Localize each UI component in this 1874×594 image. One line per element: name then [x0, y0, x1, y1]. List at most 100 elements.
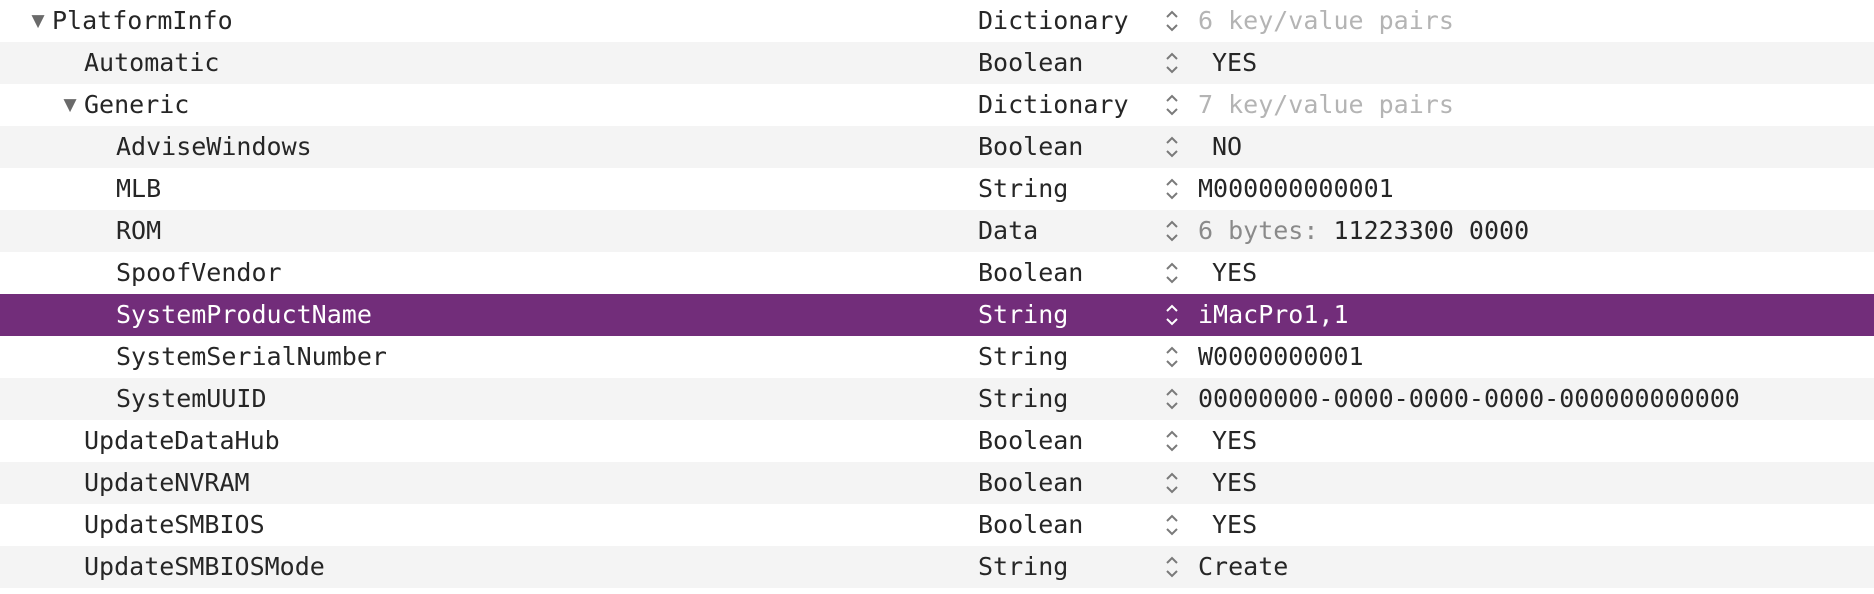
value-label[interactable]: YES	[1212, 420, 1257, 462]
type-stepper-icon[interactable]	[1164, 126, 1188, 168]
plist-row-platforminfo[interactable]: ▼ PlatformInfo Dictionary 6 key/value pa…	[0, 0, 1874, 42]
key-cell: SystemUUID	[0, 378, 970, 420]
plist-row-updatesmbiosmode[interactable]: UpdateSMBIOSMode String Create	[0, 546, 1874, 588]
type-label[interactable]: String	[978, 378, 1068, 420]
plist-editor: ▼ PlatformInfo Dictionary 6 key/value pa…	[0, 0, 1874, 588]
value-label[interactable]: NO	[1212, 126, 1242, 168]
disclosure-triangle-icon[interactable]: ▼	[60, 84, 80, 126]
value-label[interactable]: iMacPro1,1	[1198, 294, 1349, 336]
type-stepper-icon[interactable]	[1164, 336, 1188, 378]
type-stepper-icon[interactable]	[1164, 462, 1188, 504]
key-label[interactable]: UpdateDataHub	[84, 420, 280, 462]
value-label[interactable]: 00000000-0000-0000-0000-000000000000	[1198, 378, 1740, 420]
key-label[interactable]: Generic	[84, 84, 189, 126]
key-label[interactable]: ROM	[116, 210, 161, 252]
type-label[interactable]: Dictionary	[978, 0, 1129, 42]
type-label[interactable]: String	[978, 168, 1068, 210]
key-cell: SystemProductName	[0, 294, 970, 336]
key-cell: Automatic	[0, 42, 970, 84]
type-label[interactable]: Dictionary	[978, 84, 1129, 126]
plist-row-systemserialnumber[interactable]: SystemSerialNumber String W0000000001	[0, 336, 1874, 378]
type-label[interactable]: Boolean	[978, 420, 1083, 462]
value-text: YES	[1212, 48, 1258, 77]
type-stepper-icon[interactable]	[1164, 42, 1188, 84]
key-label[interactable]: MLB	[116, 168, 161, 210]
key-label[interactable]: SystemUUID	[116, 378, 267, 420]
plist-row-systemproductname-selected[interactable]: SystemProductName String iMacPro1,1	[0, 294, 1874, 336]
value-text: M000000000001	[1198, 174, 1394, 203]
key-label[interactable]: UpdateSMBIOSMode	[84, 546, 325, 588]
type-stepper-icon[interactable]	[1164, 420, 1188, 462]
key-cell: SystemSerialNumber	[0, 336, 970, 378]
key-cell: MLB	[0, 168, 970, 210]
type-stepper-icon[interactable]	[1164, 546, 1188, 588]
value-label[interactable]: YES	[1212, 462, 1257, 504]
type-stepper-icon[interactable]	[1164, 294, 1188, 336]
type-label[interactable]: String	[978, 294, 1068, 336]
key-label[interactable]: Automatic	[84, 42, 219, 84]
type-label[interactable]: String	[978, 336, 1068, 378]
value-text: 11223300 0000	[1333, 216, 1530, 245]
type-label[interactable]: Boolean	[978, 42, 1083, 84]
type-label[interactable]: String	[978, 546, 1068, 588]
type-stepper-icon[interactable]	[1164, 0, 1188, 42]
type-stepper-icon[interactable]	[1164, 84, 1188, 126]
key-label[interactable]: UpdateSMBIOS	[84, 504, 265, 546]
key-cell: ▼ PlatformInfo	[0, 0, 970, 42]
key-label[interactable]: AdviseWindows	[116, 126, 312, 168]
key-cell: ROM	[0, 210, 970, 252]
value-text: 00000000-0000-0000-0000-000000000000	[1198, 384, 1740, 413]
plist-row-updatedatahub[interactable]: UpdateDataHub Boolean YES	[0, 420, 1874, 462]
key-label[interactable]: SystemProductName	[116, 294, 372, 336]
value-text: YES	[1212, 510, 1258, 539]
plist-row-generic[interactable]: ▼ Generic Dictionary 7 key/value pairs	[0, 84, 1874, 126]
plist-row-mlb[interactable]: MLB String M000000000001	[0, 168, 1874, 210]
plist-row-spoofvendor[interactable]: SpoofVendor Boolean YES	[0, 252, 1874, 294]
key-cell: ▼ Generic	[0, 84, 970, 126]
value-label[interactable]: YES	[1212, 252, 1257, 294]
value-text: YES	[1212, 468, 1258, 497]
type-label[interactable]: Boolean	[978, 126, 1083, 168]
type-stepper-icon[interactable]	[1164, 168, 1188, 210]
value-text: 7 key/value pairs	[1198, 90, 1454, 119]
plist-row-rom[interactable]: ROM Data 6 bytes: 11223300 0000	[0, 210, 1874, 252]
type-stepper-icon[interactable]	[1164, 504, 1188, 546]
type-label[interactable]: Boolean	[978, 462, 1083, 504]
plist-row-advisewindows[interactable]: AdviseWindows Boolean NO	[0, 126, 1874, 168]
value-text: W0000000001	[1198, 342, 1364, 371]
value-text: Create	[1198, 552, 1289, 581]
value-text: 6 key/value pairs	[1198, 6, 1454, 35]
type-label[interactable]: Boolean	[978, 504, 1083, 546]
value-label[interactable]: 7 key/value pairs	[1198, 84, 1454, 126]
value-text: NO	[1212, 132, 1243, 161]
value-label[interactable]: Create	[1198, 546, 1288, 588]
key-label[interactable]: SystemSerialNumber	[116, 336, 387, 378]
plist-row-updatesmbios[interactable]: UpdateSMBIOS Boolean YES	[0, 504, 1874, 546]
value-prefix: 6 bytes:	[1198, 216, 1334, 245]
key-cell: UpdateDataHub	[0, 420, 970, 462]
value-text: YES	[1212, 426, 1258, 455]
value-label[interactable]: 6 bytes: 11223300 0000	[1198, 210, 1529, 252]
type-stepper-icon[interactable]	[1164, 378, 1188, 420]
plist-row-automatic[interactable]: Automatic Boolean YES	[0, 42, 1874, 84]
value-label[interactable]: W0000000001	[1198, 336, 1364, 378]
plist-row-systemuuid[interactable]: SystemUUID String 00000000-0000-0000-000…	[0, 378, 1874, 420]
key-label[interactable]: PlatformInfo	[52, 0, 233, 42]
key-cell: AdviseWindows	[0, 126, 970, 168]
value-label[interactable]: M000000000001	[1198, 168, 1394, 210]
type-stepper-icon[interactable]	[1164, 252, 1188, 294]
value-label[interactable]: YES	[1212, 42, 1257, 84]
key-label[interactable]: UpdateNVRAM	[84, 462, 250, 504]
key-cell: SpoofVendor	[0, 252, 970, 294]
disclosure-triangle-icon[interactable]: ▼	[28, 0, 48, 42]
value-text: iMacPro1,1	[1198, 300, 1349, 329]
type-stepper-icon[interactable]	[1164, 210, 1188, 252]
type-label[interactable]: Data	[978, 210, 1038, 252]
value-label[interactable]: YES	[1212, 504, 1257, 546]
value-label[interactable]: 6 key/value pairs	[1198, 0, 1454, 42]
key-cell: UpdateSMBIOS	[0, 504, 970, 546]
plist-row-updatenvram[interactable]: UpdateNVRAM Boolean YES	[0, 462, 1874, 504]
key-label[interactable]: SpoofVendor	[116, 252, 282, 294]
value-text: YES	[1212, 258, 1258, 287]
type-label[interactable]: Boolean	[978, 252, 1083, 294]
